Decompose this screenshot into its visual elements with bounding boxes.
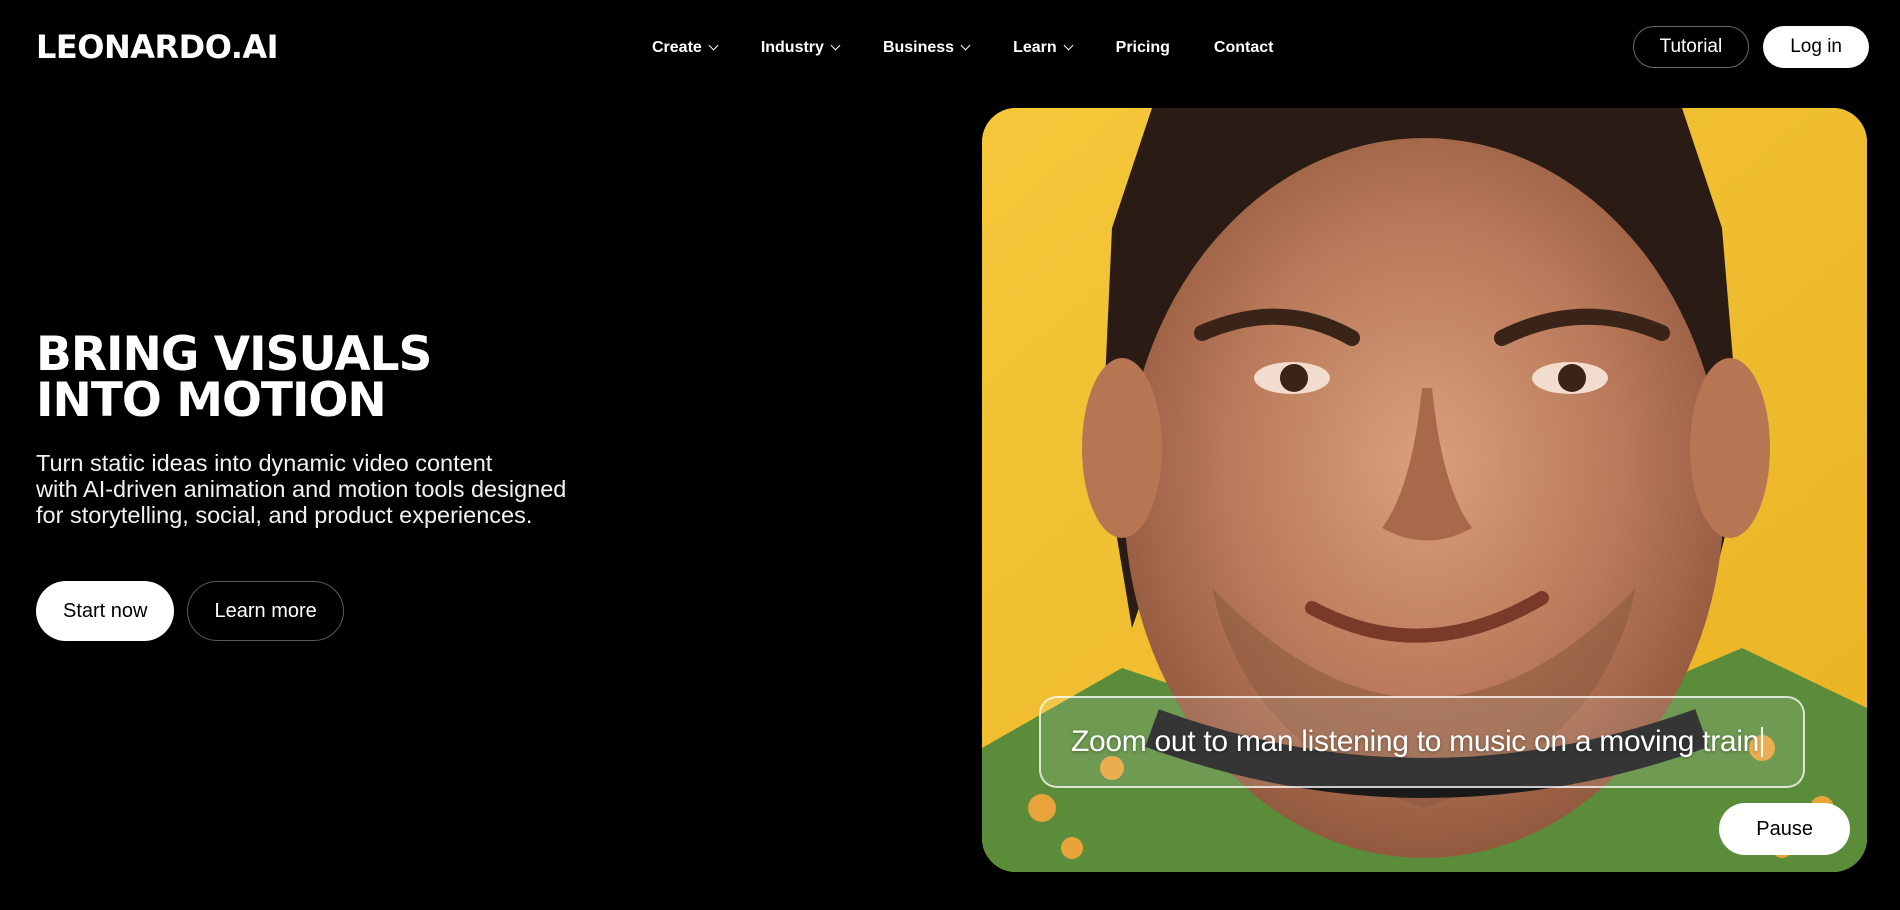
hero-subtitle-line: Turn static ideas into dynamic video con… (36, 450, 493, 476)
logo[interactable]: LEONARDO.AI (36, 28, 279, 66)
hero-title: BRING VISUALS INTO MOTION (36, 327, 656, 428)
nav-item-label: Business (882, 39, 955, 56)
nav-item-label: Industry (760, 39, 824, 56)
chevron-down-icon (1063, 40, 1074, 51)
hero-actions: Start now Learn more (36, 581, 344, 641)
nav-item-label: Learn (1013, 39, 1057, 56)
nav-item-learn[interactable]: Learn (1013, 39, 1074, 57)
site-header: LEONARDO.AI Create Industry Business Lea… (0, 0, 1900, 94)
tutorial-button[interactable]: Tutorial (1632, 26, 1750, 68)
hero-subtitle-line: with AI-driven animation and motion tool… (36, 476, 567, 502)
nav-item-business[interactable]: Business (882, 39, 971, 57)
nav-item-create[interactable]: Create (652, 39, 719, 57)
prompt-text: Zoom out to man listening to music on a … (1071, 725, 1760, 758)
pause-button[interactable]: Pause (1719, 803, 1850, 855)
nav-item-label: Create (652, 39, 702, 56)
hero-video[interactable]: Zoom out to man listening to music on a … (982, 108, 1867, 872)
start-now-button[interactable]: Start now (36, 581, 175, 641)
nav-item-label: Pricing (1115, 39, 1170, 56)
chevron-down-icon (708, 40, 719, 51)
hero-section: BRING VISUALS INTO MOTION Turn static id… (36, 327, 656, 528)
nav-item-label: Contact (1213, 39, 1274, 56)
header-actions: Tutorial Log in (1632, 26, 1869, 68)
hero-subtitle-line: for storytelling, social, and product ex… (36, 502, 533, 528)
hero-title-line: INTO MOTION (36, 373, 387, 428)
chevron-down-icon (830, 40, 841, 51)
nav-item-contact[interactable]: Contact (1214, 39, 1274, 57)
main-nav: Create Industry Business Learn Pricing C… (652, 36, 1273, 60)
nav-item-industry[interactable]: Industry (760, 39, 841, 57)
hero-subtitle: Turn static ideas into dynamic video con… (36, 450, 636, 528)
chevron-down-icon (960, 40, 971, 51)
learn-more-button[interactable]: Learn more (187, 581, 344, 641)
text-cursor-icon (1761, 727, 1764, 757)
nav-item-pricing[interactable]: Pricing (1116, 39, 1170, 57)
hero-title-line: BRING VISUALS (36, 327, 432, 382)
login-button[interactable]: Log in (1763, 26, 1869, 68)
prompt-box: Zoom out to man listening to music on a … (1039, 696, 1805, 788)
